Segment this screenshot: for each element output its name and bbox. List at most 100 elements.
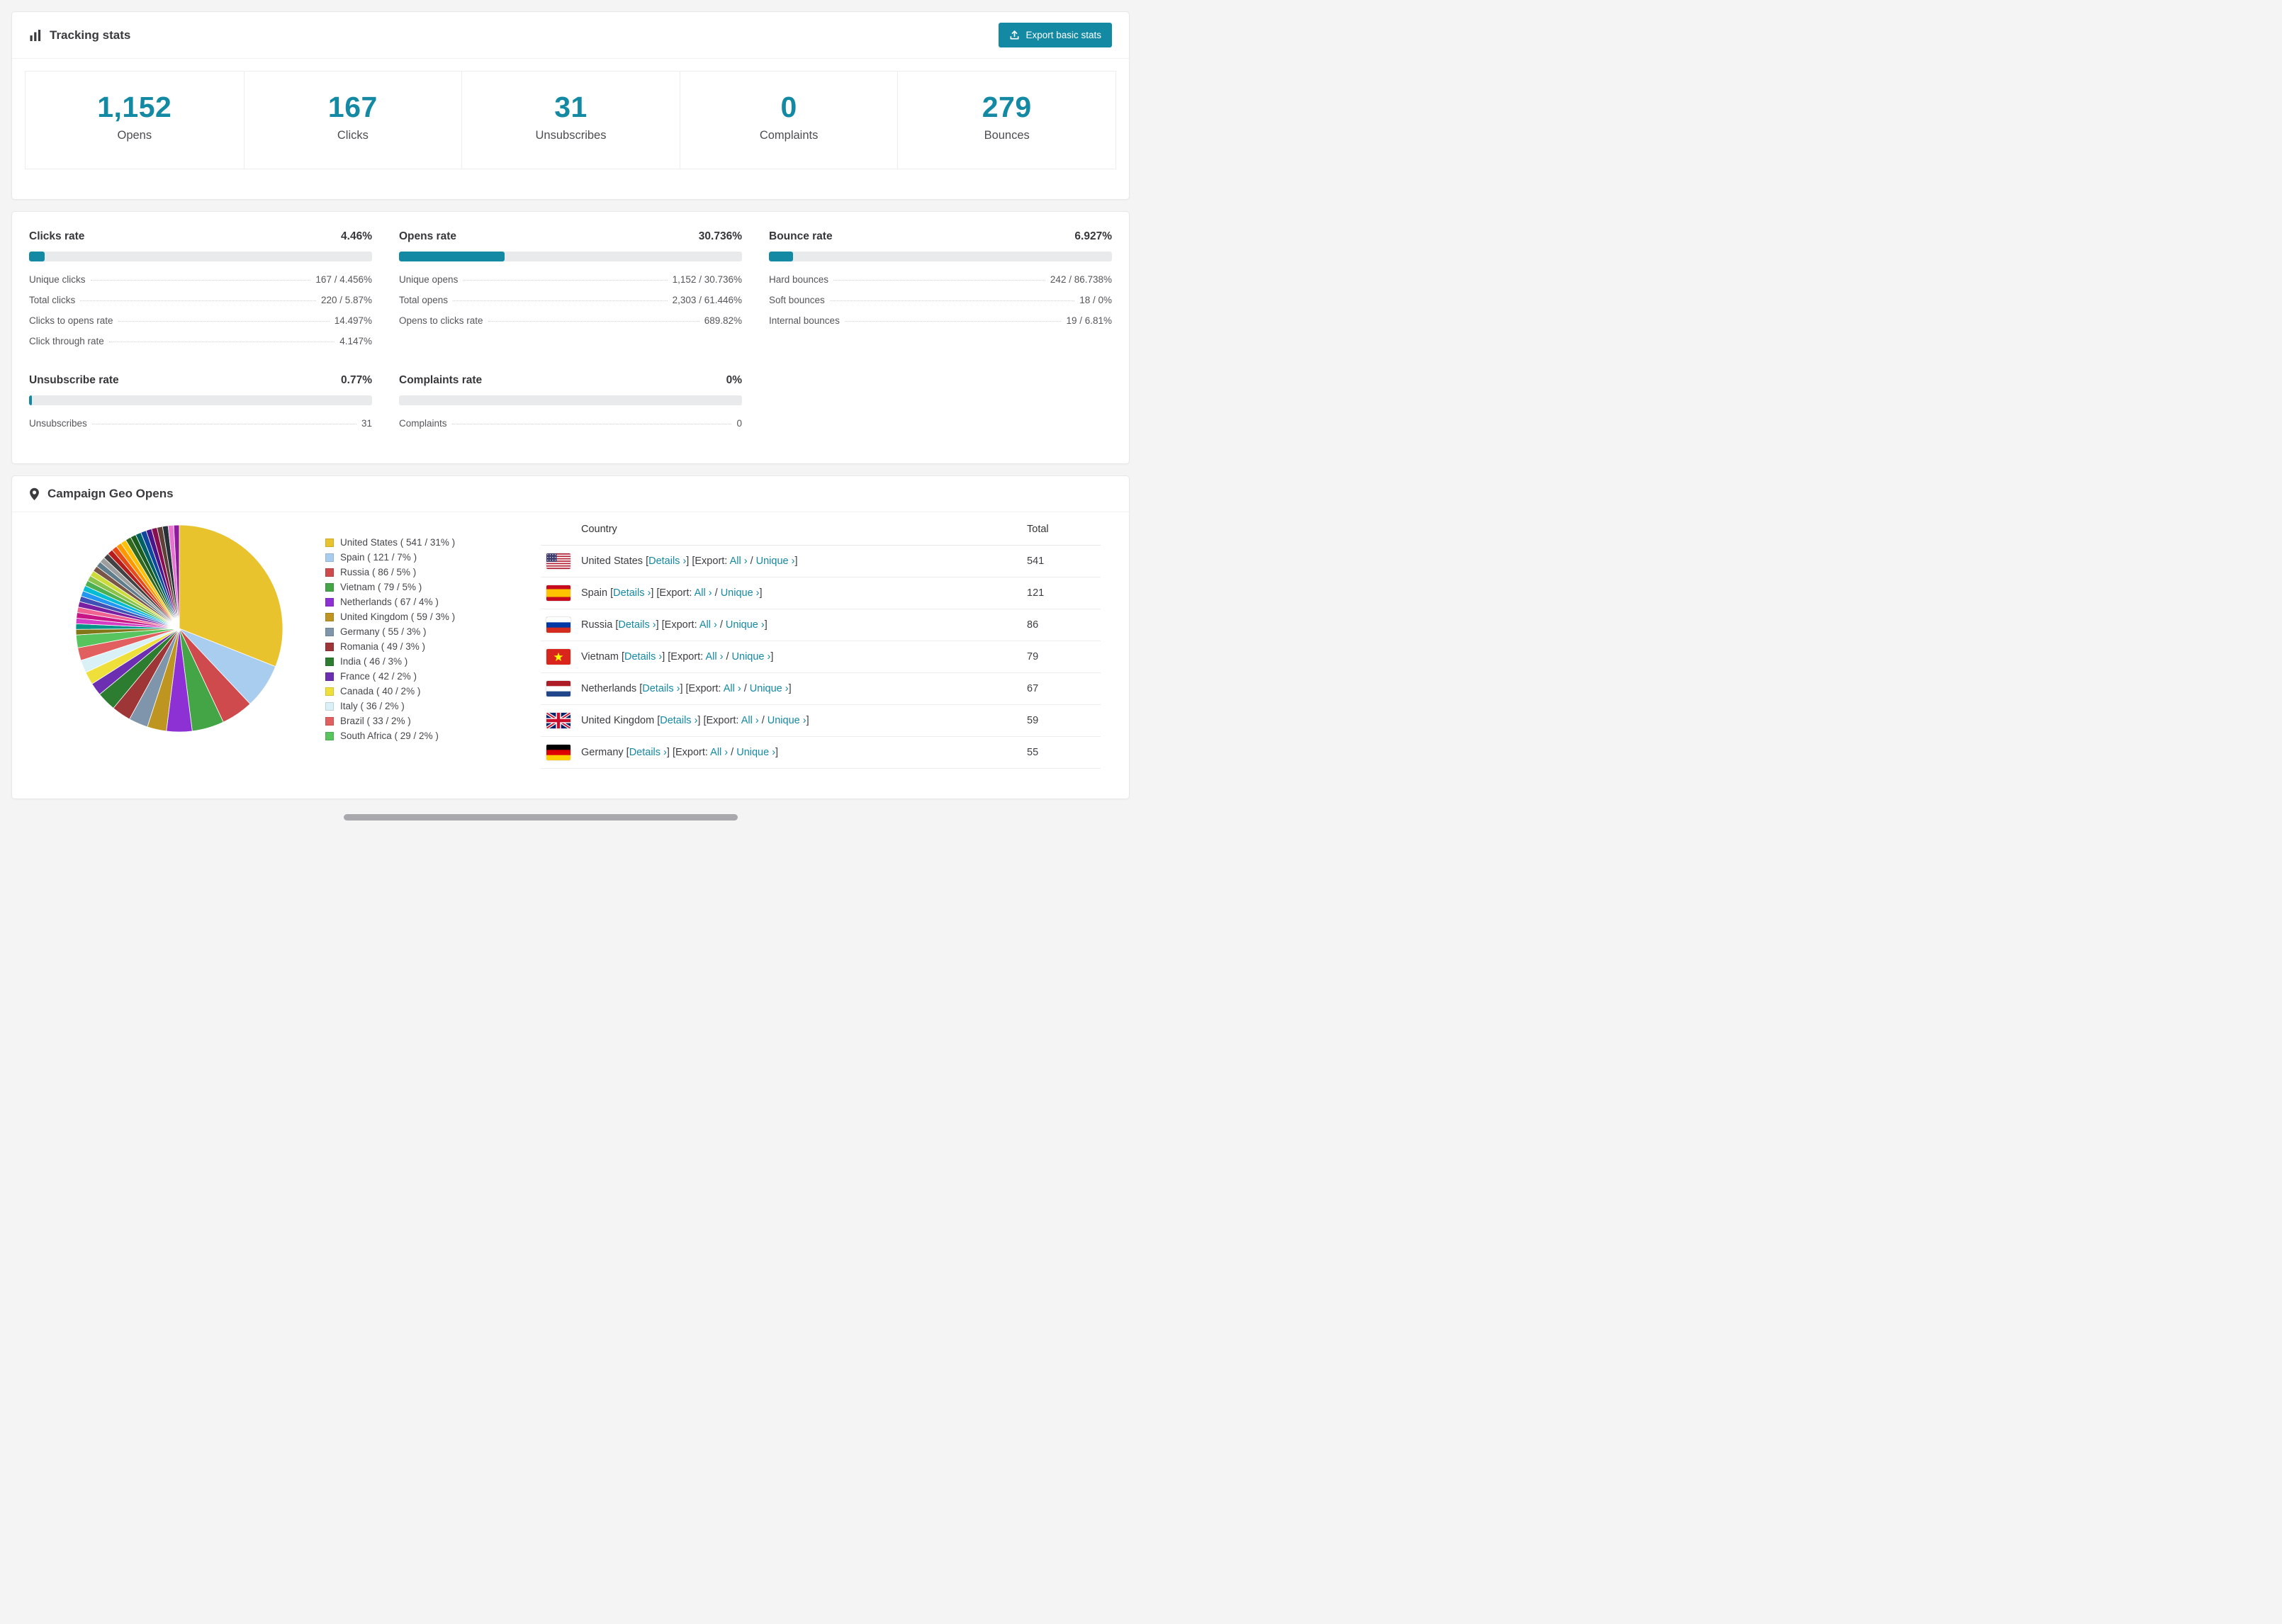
export-unique-link-spain[interactable]: Unique › — [721, 587, 760, 599]
export-all-link-vietnam[interactable]: All › — [705, 651, 723, 662]
rate-title: Clicks rate — [29, 230, 85, 242]
stat-value: 1,152 — [97, 91, 172, 123]
rate-title: Opens rate — [399, 230, 456, 242]
progress-bar — [399, 395, 742, 405]
legend-swatch — [325, 627, 334, 636]
legend-label: Canada ( 40 / 2% ) — [340, 686, 421, 697]
export-unique-link-vietnam[interactable]: Unique › — [732, 651, 771, 662]
tracking-stats-card: Tracking stats Export basic stats 1,152 … — [11, 11, 1130, 200]
legend-swatch — [325, 687, 334, 696]
geo-table-row-russia: Russia [Details ›] [Export: All › / Uniq… — [541, 609, 1101, 641]
geo-table-row-netherlands: Netherlands [Details ›] [Export: All › /… — [541, 672, 1101, 705]
export-unique-link-germany[interactable]: Unique › — [736, 747, 775, 758]
rate-row-value: 1,152 / 30.736% — [672, 274, 742, 285]
export-all-link-united-kingdom[interactable]: All › — [741, 715, 759, 726]
rate-title: Unsubscribe rate — [29, 374, 119, 386]
rate-row-value: 167 / 4.456% — [315, 274, 372, 285]
dotted-leader — [829, 300, 1075, 301]
progress-bar-fill — [769, 252, 793, 261]
legend-label: Vietnam ( 79 / 5% ) — [340, 582, 422, 592]
rate-head: Unsubscribe rate 0.77% — [29, 374, 372, 387]
legend-item-spain: Spain ( 121 / 7% ) — [325, 550, 455, 565]
legend-label: Italy ( 36 / 2% ) — [340, 701, 405, 711]
rate-row-label: Total opens — [399, 295, 449, 305]
rate-head: Complaints rate 0% — [399, 374, 742, 387]
legend-swatch — [325, 701, 334, 711]
export-all-link-netherlands[interactable]: All › — [724, 683, 741, 694]
rate-row-label: Unsubscribes — [29, 418, 87, 429]
rate-row-value: 689.82% — [704, 315, 742, 326]
export-all-link-spain[interactable]: All › — [695, 587, 712, 599]
legend-item-france: France ( 42 / 2% ) — [325, 669, 455, 684]
details-link-germany[interactable]: Details › — [629, 747, 667, 758]
geo-card-title: Campaign Geo Opens — [29, 487, 174, 501]
rate-value: 30.736% — [698, 230, 742, 242]
country-name: Russia [Details ›] [Export: All › / Uniq… — [581, 619, 768, 631]
legend-label: Spain ( 121 / 7% ) — [340, 552, 417, 563]
legend-label: Germany ( 55 / 3% ) — [340, 626, 427, 637]
export-all-link-russia[interactable]: All › — [699, 619, 717, 631]
legend-swatch — [325, 642, 334, 651]
dotted-leader — [844, 321, 1062, 322]
country-name: Netherlands [Details ›] [Export: All › /… — [581, 683, 792, 694]
export-unique-link-russia[interactable]: Unique › — [726, 619, 765, 631]
rate-row-total-opens: Total opens 2,303 / 61.446% — [399, 290, 742, 310]
rate-row-label: Unique clicks — [29, 274, 86, 285]
details-link-spain[interactable]: Details › — [613, 587, 651, 599]
geo-card-header: Campaign Geo Opens — [12, 476, 1129, 512]
details-link-united-kingdom[interactable]: Details › — [660, 715, 697, 726]
rate-head: Opens rate 30.736% — [399, 230, 742, 243]
dotted-leader — [118, 321, 330, 322]
rate-head: Clicks rate 4.46% — [29, 230, 372, 243]
rate-row-internal-bounces: Internal bounces 19 / 6.81% — [769, 310, 1112, 331]
geo-pie-chart: United States ( 541 / 31% ) Spain ( 121 … — [29, 512, 541, 743]
rates-grid: Clicks rate 4.46% Unique clicks 167 / 4.… — [29, 230, 1112, 434]
horizontal-scrollbar-thumb[interactable] — [344, 814, 738, 821]
geo-content: United States ( 541 / 31% ) Spain ( 121 … — [12, 512, 1129, 769]
rate-value: 0% — [726, 374, 742, 386]
flag-icon-us — [546, 553, 570, 569]
stat-box-unsubscribes: 31 Unsubscribes — [461, 72, 680, 169]
legend-swatch — [325, 597, 334, 607]
dotted-leader — [463, 280, 668, 281]
total-cell: 79 — [1021, 641, 1101, 673]
details-link-united-states[interactable]: Details › — [648, 556, 686, 567]
rate-row-label: Total clicks — [29, 295, 76, 305]
export-unique-link-netherlands[interactable]: Unique › — [750, 683, 789, 694]
legend-item-south-africa: South Africa ( 29 / 2% ) — [325, 728, 455, 743]
legend-label: India ( 46 / 3% ) — [340, 656, 408, 667]
legend-label: Romania ( 49 / 3% ) — [340, 641, 426, 652]
stat-value: 279 — [982, 91, 1032, 123]
legend-item-germany: Germany ( 55 / 3% ) — [325, 624, 455, 639]
export-all-link-germany[interactable]: All › — [710, 747, 728, 758]
rate-panel-bounce-rate: Bounce rate 6.927% Hard bounces 242 / 86… — [769, 230, 1112, 351]
flag-icon-vn — [546, 649, 570, 665]
geo-table-row-united-kingdom: United Kingdom [Details ›] [Export: All … — [541, 704, 1101, 737]
stat-label: Bounces — [984, 129, 1030, 142]
geo-table-wrap: Country Total United States [Details ›] … — [541, 512, 1101, 769]
dotted-leader — [488, 321, 699, 322]
rate-row-unsubscribes: Unsubscribes 31 — [29, 413, 372, 434]
legend-item-russia: Russia ( 86 / 5% ) — [325, 565, 455, 580]
rate-row-value: 31 — [361, 418, 372, 429]
rate-row-clicks-to-opens-rate: Clicks to opens rate 14.497% — [29, 310, 372, 331]
legend-swatch — [325, 672, 334, 681]
progress-bar — [399, 252, 742, 261]
export-unique-link-united-kingdom[interactable]: Unique › — [768, 715, 806, 726]
export-all-link-united-states[interactable]: All › — [730, 556, 748, 567]
details-link-vietnam[interactable]: Details › — [624, 651, 662, 662]
geo-table-row-germany: Germany [Details ›] [Export: All › / Uni… — [541, 736, 1101, 769]
rate-row-value: 19 / 6.81% — [1066, 315, 1112, 326]
legend-item-netherlands: Netherlands ( 67 / 4% ) — [325, 594, 455, 609]
country-header: Country — [541, 512, 1021, 546]
rate-row-label: Unique opens — [399, 274, 459, 285]
progress-bar — [769, 252, 1112, 261]
details-link-russia[interactable]: Details › — [618, 619, 656, 631]
country-cell: Vietnam [Details ›] [Export: All › / Uni… — [541, 641, 1021, 673]
legend-label: Brazil ( 33 / 2% ) — [340, 716, 411, 726]
export-unique-link-united-states[interactable]: Unique › — [756, 556, 795, 567]
details-link-netherlands[interactable]: Details › — [642, 683, 680, 694]
export-basic-stats-button[interactable]: Export basic stats — [999, 23, 1112, 47]
country-cell: Netherlands [Details ›] [Export: All › /… — [541, 672, 1021, 705]
total-cell: 67 — [1021, 672, 1101, 705]
